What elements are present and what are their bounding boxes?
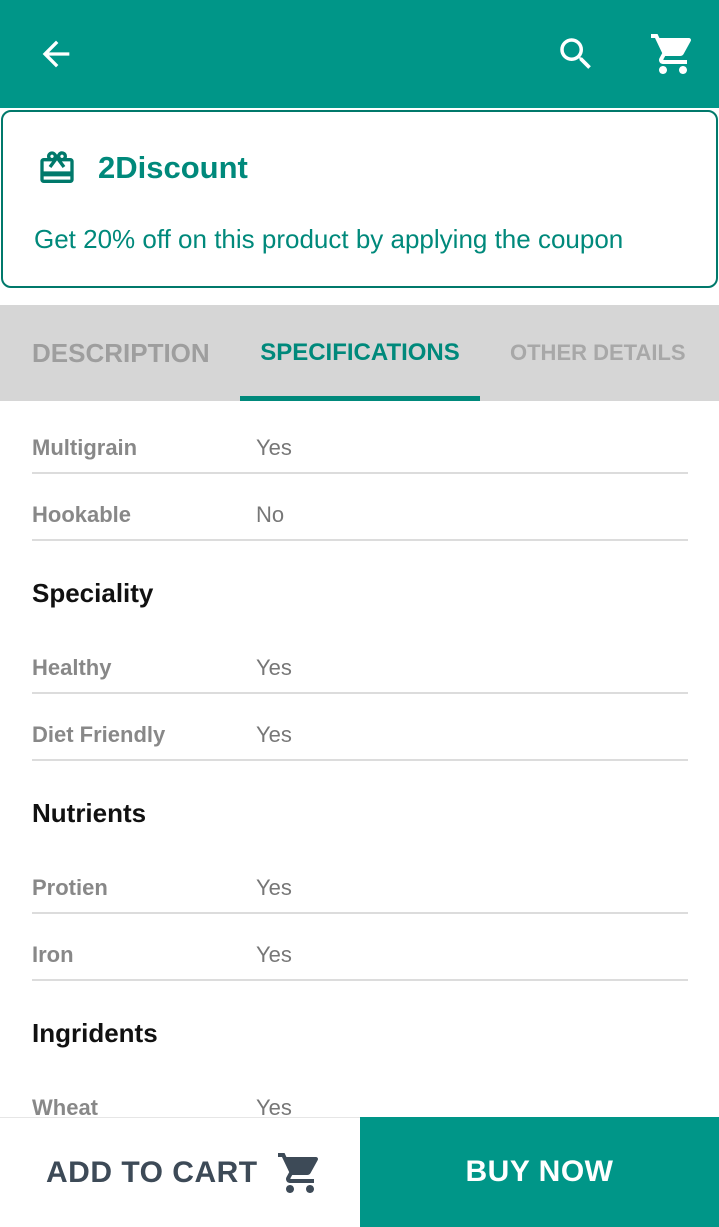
shopping-cart-icon (277, 1152, 318, 1193)
spec-row: Diet Friendly Yes (32, 694, 688, 761)
spec-row: Healthy Yes (32, 627, 688, 694)
search-button[interactable] (544, 22, 608, 86)
active-tab-indicator (240, 396, 480, 401)
tab-other-details[interactable]: OTHER DETAILS (510, 305, 686, 401)
back-button[interactable] (24, 22, 88, 86)
coupon-title: 2Discount (98, 150, 248, 185)
product-tabs: DESCRIPTION SPECIFICATIONS OTHER DETAILS (0, 305, 719, 401)
spec-value: No (256, 502, 285, 527)
spec-key: Healthy (32, 655, 112, 680)
tab-specifications[interactable]: SPECIFICATIONS (240, 305, 480, 401)
spec-value: Yes (256, 655, 292, 680)
gift-card-icon (40, 151, 74, 183)
section-heading-ingridents: Ingridents (32, 1018, 158, 1048)
coupon-card[interactable]: 2Discount Get 20% off on this product by… (1, 110, 718, 288)
spec-key: Multigrain (32, 435, 138, 460)
spec-row: Iron Yes (32, 914, 688, 981)
buy-now-label: BUY NOW (465, 1155, 614, 1188)
bottom-action-bar: ADD TO CART BUY NOW (0, 1117, 719, 1227)
spec-key: Hookable (32, 502, 132, 527)
spec-value: Yes (256, 722, 292, 747)
spec-key: Protien (32, 875, 108, 900)
search-icon (560, 38, 591, 69)
shopping-cart-icon (651, 34, 692, 74)
arrow-back-icon (42, 40, 70, 68)
spec-key: Diet Friendly (32, 722, 166, 747)
spec-row: Multigrain Yes (32, 407, 688, 474)
tab-description[interactable]: DESCRIPTION (32, 305, 210, 401)
app-bar (0, 0, 719, 108)
buy-now-button[interactable]: BUY NOW (360, 1117, 719, 1227)
spec-row: Hookable No (32, 474, 688, 541)
section-heading-nutrients: Nutrients (32, 798, 147, 828)
spec-value: Yes (256, 942, 292, 967)
spec-row: Protien Yes (32, 847, 688, 914)
add-to-cart-label: ADD TO CART (46, 1155, 258, 1189)
add-to-cart-button[interactable]: ADD TO CART (0, 1117, 360, 1227)
spec-value: Yes (256, 875, 292, 900)
coupon-description: Get 20% off on this product by applying … (34, 224, 624, 254)
spec-key: Iron (32, 942, 74, 967)
spec-value: Yes (256, 435, 292, 460)
cart-button[interactable] (641, 22, 705, 86)
section-heading-speciality: Speciality (32, 578, 154, 608)
